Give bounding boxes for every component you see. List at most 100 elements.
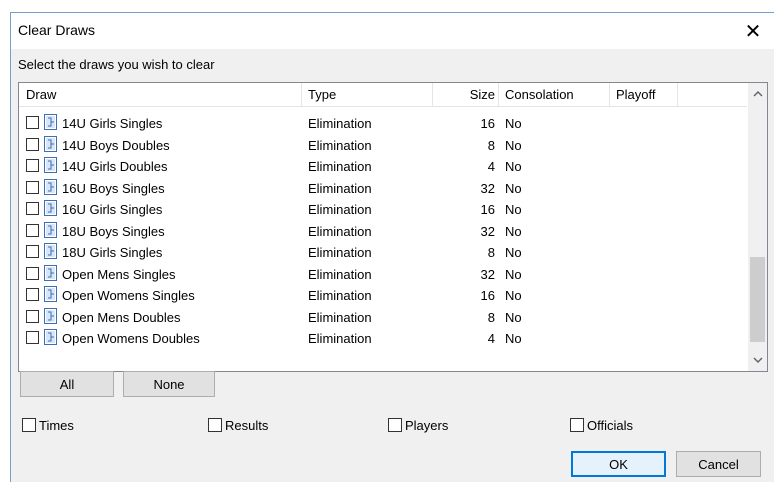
draw-checkbox[interactable]: [26, 159, 39, 172]
draw-size: 8: [487, 245, 495, 260]
draw-name: 14U Boys Doubles: [62, 137, 170, 153]
column-divider: [677, 83, 678, 106]
times-label: Times: [39, 418, 74, 433]
column-header-size[interactable]: Size: [432, 87, 495, 103]
select-all-label: All: [59, 376, 75, 392]
cancel-button[interactable]: Cancel: [676, 451, 761, 477]
times-checkbox[interactable]: [22, 418, 36, 432]
draw-type: Elimination: [308, 116, 372, 131]
scroll-up-button[interactable]: [748, 85, 767, 103]
draw-checkbox[interactable]: [26, 288, 39, 301]
table-row[interactable]: 14U Boys Doubles Elimination 8 No: [19, 135, 747, 158]
list-header: Draw Type Size Consolation Playoff: [19, 83, 747, 107]
draw-document-icon: [44, 264, 57, 281]
draw-document-icon: [44, 286, 57, 302]
table-row[interactable]: 14U Girls Singles Elimination 16 No: [19, 114, 747, 136]
draw-size: 8: [487, 137, 495, 153]
draw-checkbox[interactable]: [26, 223, 39, 237]
draw-size: 16: [480, 202, 495, 217]
draws-list[interactable]: Draw Type Size Consolation Playoff 14U G…: [18, 82, 768, 372]
table-row[interactable]: 16U Girls Singles Elimination 16 No: [19, 200, 747, 222]
instruction-text: Select the draws you wish to clear: [18, 57, 215, 72]
draw-type: Elimination: [308, 266, 372, 282]
draw-checkbox[interactable]: [26, 180, 39, 194]
draw-document-icon: [44, 307, 57, 324]
draw-name: 16U Boys Singles: [62, 180, 165, 196]
table-row[interactable]: Open Womens Doubles Elimination 4 No: [19, 329, 747, 351]
results-checkbox[interactable]: [208, 418, 222, 432]
table-row[interactable]: 16U Boys Singles Elimination 32 No: [19, 178, 747, 201]
draw-consolation: No: [505, 180, 522, 196]
draw-document-icon: [44, 135, 57, 152]
select-none-button[interactable]: None: [123, 371, 215, 397]
ok-label: OK: [609, 456, 628, 472]
draw-consolation: No: [505, 116, 522, 131]
draw-name: Open Womens Singles: [62, 288, 195, 303]
draw-consolation: No: [505, 137, 522, 153]
table-row[interactable]: Open Mens Singles Elimination 32 No: [19, 264, 747, 287]
draw-document-icon: [44, 114, 57, 130]
table-row[interactable]: Open Womens Singles Elimination 16 No: [19, 286, 747, 308]
draw-name: 18U Boys Singles: [62, 223, 165, 239]
table-row[interactable]: 14U Girls Doubles Elimination 4 No: [19, 157, 747, 179]
draw-name: 16U Girls Singles: [62, 202, 163, 217]
draw-consolation: No: [505, 288, 522, 303]
draw-type: Elimination: [308, 309, 372, 325]
scroll-down-button[interactable]: [748, 351, 767, 369]
close-button[interactable]: ✕: [738, 17, 768, 45]
scrollbar-thumb[interactable]: [750, 257, 765, 342]
draw-type: Elimination: [308, 223, 372, 239]
column-header-consolation[interactable]: Consolation: [505, 87, 574, 103]
players-checkbox[interactable]: [388, 418, 402, 432]
draw-checkbox[interactable]: [26, 202, 39, 215]
column-divider: [609, 83, 610, 106]
draw-consolation: No: [505, 245, 522, 260]
table-row[interactable]: 18U Girls Singles Elimination 8 No: [19, 243, 747, 265]
draw-document-icon: [44, 200, 57, 216]
draw-size: 8: [487, 309, 495, 325]
results-label: Results: [225, 418, 269, 433]
chevron-up-icon: [753, 91, 762, 97]
ok-button[interactable]: OK: [571, 451, 666, 477]
draw-type: Elimination: [308, 180, 372, 196]
select-none-label: None: [153, 376, 185, 392]
draw-document-icon: [44, 221, 57, 238]
draw-document-icon: [44, 329, 57, 345]
vertical-scrollbar[interactable]: [748, 83, 767, 371]
draw-consolation: No: [505, 159, 522, 174]
table-row[interactable]: Open Mens Doubles Elimination 8 No: [19, 307, 747, 330]
draw-consolation: No: [505, 223, 522, 239]
draw-name: 18U Girls Singles: [62, 245, 163, 260]
draw-size: 16: [480, 116, 495, 131]
draw-name: Open Mens Doubles: [62, 309, 181, 325]
draw-size: 16: [480, 288, 495, 303]
column-header-playoff[interactable]: Playoff: [616, 87, 656, 103]
title-bar: Clear Draws ✕: [11, 13, 774, 49]
officials-label: Officials: [587, 418, 633, 433]
draw-consolation: No: [505, 331, 522, 346]
draw-name: 14U Girls Singles: [62, 116, 163, 131]
table-row[interactable]: 18U Boys Singles Elimination 32 No: [19, 221, 747, 244]
cancel-label: Cancel: [698, 456, 739, 472]
draw-checkbox[interactable]: [26, 309, 39, 323]
draw-size: 4: [487, 331, 495, 346]
draw-checkbox[interactable]: [26, 245, 39, 258]
dialog-title: Clear Draws: [18, 22, 96, 38]
column-divider: [498, 83, 499, 106]
draw-checkbox[interactable]: [26, 266, 39, 280]
draw-type: Elimination: [308, 137, 372, 153]
draw-checkbox[interactable]: [26, 331, 39, 344]
column-header-type[interactable]: Type: [308, 87, 336, 103]
officials-checkbox[interactable]: [570, 418, 584, 432]
draw-checkbox[interactable]: [26, 137, 39, 151]
draw-name: Open Mens Singles: [62, 266, 176, 282]
draw-checkbox[interactable]: [26, 116, 39, 129]
draw-name: 14U Girls Doubles: [62, 159, 168, 174]
draw-document-icon: [44, 178, 57, 195]
players-label: Players: [405, 418, 449, 433]
column-header-draw[interactable]: Draw: [26, 87, 56, 103]
select-all-button[interactable]: All: [20, 371, 114, 397]
draw-type: Elimination: [308, 331, 372, 346]
draw-name: Open Womens Doubles: [62, 331, 200, 346]
chevron-down-icon: [753, 357, 762, 363]
